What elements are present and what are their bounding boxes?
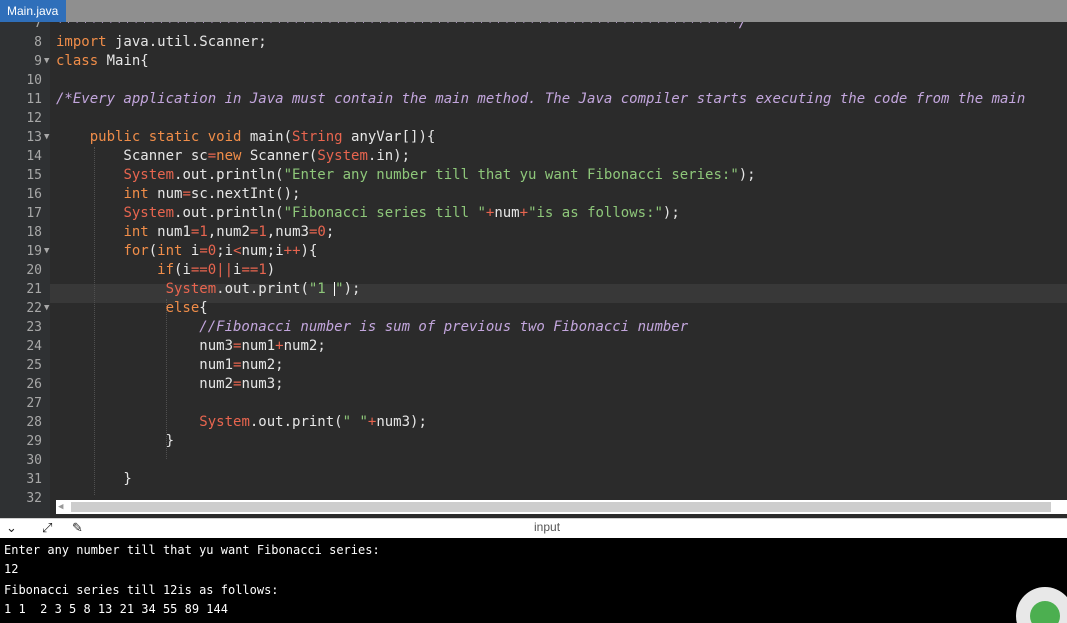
line-number: 21 (26, 282, 42, 297)
code-line: int num=sc.nextInt(); (123, 186, 301, 202)
console-line: 12 (4, 562, 19, 576)
fold-toggle-icon[interactable]: ▼ (44, 128, 49, 147)
console-line: Enter any number till that yu want Fibon… (4, 543, 380, 557)
line-number: 26 (26, 377, 42, 392)
input-label: input (534, 520, 561, 534)
fold-toggle-icon[interactable]: ▼ (44, 299, 49, 318)
tab-main-java[interactable]: Main.java (0, 0, 66, 22)
line-number: 16 (26, 187, 42, 202)
line-number: 20 (26, 263, 42, 278)
fold-toggle-icon[interactable]: ▼ (44, 242, 49, 261)
line-number: 15 (26, 168, 42, 183)
line-number: 19 (26, 244, 42, 259)
scroll-left-icon[interactable]: ◀ (58, 500, 63, 514)
code-line: System.out.println("Fibonacci series til… (123, 205, 680, 221)
code-line: num3=num1+num2; (56, 338, 326, 354)
code-text-area[interactable]: ****************************************… (56, 22, 1067, 496)
line-number: 28 (26, 415, 42, 430)
clear-console-icon[interactable]: ✎ (72, 521, 83, 537)
code-line: ****************************************… (56, 22, 748, 31)
line-number: 10 (26, 73, 42, 88)
code-line: if(i==0||i==1) (157, 262, 276, 278)
chevron-down-icon[interactable]: ⌄ (6, 521, 17, 537)
line-number: 27 (26, 396, 42, 411)
status-dot-icon (1030, 601, 1060, 623)
line-number: 24 (26, 339, 42, 354)
code-editor[interactable]: 7 8 9 10 11 12 13 14 15 16 17 18 19 20 2… (0, 22, 1067, 518)
line-number: 11 (26, 92, 42, 107)
line-number: 29 (26, 434, 42, 449)
line-number: 7 (34, 22, 42, 31)
code-line: import java.util.Scanner; (56, 34, 267, 50)
line-number: 17 (26, 206, 42, 221)
code-line: System.out.print(" "+num3); (199, 414, 427, 430)
console-line: Fibonacci series till 12is as follows: (4, 583, 279, 597)
code-line: //Fibonacci number is sum of previous tw… (56, 319, 689, 335)
line-number: 9 (34, 54, 42, 69)
code-line: } (56, 471, 132, 487)
code-line: } (56, 433, 175, 449)
line-number: 30 (26, 453, 42, 468)
code-line: System.out.println("Enter any number til… (123, 167, 756, 183)
line-number: 14 (26, 149, 42, 164)
line-number: 31 (26, 472, 42, 487)
tab-bar: Main.java (0, 0, 1067, 22)
expand-arrows-icon[interactable]: ⤢ (42, 521, 52, 537)
code-line: else{ (165, 300, 208, 316)
line-number: 25 (26, 358, 42, 373)
code-line: System.out.print("1 "); (165, 281, 361, 297)
line-number: 18 (26, 225, 42, 240)
line-number: 23 (26, 320, 42, 335)
code-line: int num1=1,num2=1,num3=0; (123, 224, 335, 240)
code-line: public static void main(String anyVar[])… (89, 129, 436, 145)
fold-toggle-icon[interactable]: ▼ (44, 52, 49, 71)
code-line: Scanner sc=new Scanner(System.in); (56, 148, 411, 164)
line-number: 13 (26, 130, 42, 145)
console-line: 1 1 2 3 5 8 13 21 34 55 89 144 (4, 602, 228, 616)
horizontal-scrollbar[interactable]: ◀ (56, 500, 1067, 514)
code-line: class Main{ (56, 53, 149, 69)
code-line: for(int i=0;i<num;i++){ (123, 243, 318, 259)
code-line: num1=num2; (56, 357, 284, 373)
code-line: num2=num3; (56, 376, 284, 392)
console-output[interactable]: Enter any number till that yu want Fibon… (0, 538, 1067, 623)
console-toolbar: ⌄ ⤢ ✎ input (0, 518, 1067, 538)
line-number: 12 (26, 111, 42, 126)
line-number: 22 (26, 301, 42, 316)
scrollbar-thumb[interactable] (71, 502, 1051, 512)
line-number: 32 (26, 491, 42, 506)
code-line: /*Every application in Java must contain… (56, 91, 1026, 107)
line-number: 8 (34, 35, 42, 50)
